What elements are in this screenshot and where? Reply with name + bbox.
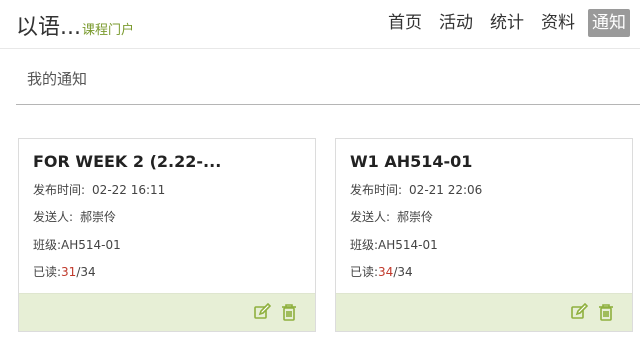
header-divider [0, 48, 640, 49]
notice-card[interactable]: W1 AH514-01 发布时间: 02-21 22:06 发送人: 郝崇伶 班级:… [335, 138, 633, 332]
notice-read-label: 已读: [33, 265, 62, 279]
notice-time-label: 发布时间: [350, 183, 403, 197]
notice-sender-row: 发送人: 郝崇伶 [350, 208, 433, 225]
app-header: 以语... 课程门户 首页 活动 统计 资料 通知 [0, 0, 640, 48]
nav-item-home[interactable]: 首页 [384, 9, 426, 37]
notice-class-row: 班级:AH514-01 [33, 236, 121, 253]
notice-card-footer [19, 293, 315, 331]
nav-item-notifications[interactable]: 通知 [588, 9, 630, 37]
page-title: 我的通知 [27, 70, 88, 88]
notice-time-label: 发布时间: [33, 183, 86, 197]
notice-sender-row: 发送人: 郝崇伶 [33, 208, 116, 225]
notice-read-count: 31 [61, 265, 77, 279]
notice-read-total: /34 [393, 265, 413, 279]
notice-time: 02-22 16:11 [92, 183, 166, 197]
notice-time: 02-21 22:06 [409, 183, 483, 197]
logo-title: 以语... [16, 15, 81, 40]
notice-class-label: 班级: [33, 238, 62, 252]
notice-class-label: 班级: [350, 238, 379, 252]
notice-title[interactable]: W1 AH514-01 [350, 152, 472, 171]
nav-item-activities[interactable]: 活动 [435, 9, 477, 37]
notice-card-footer [336, 293, 632, 331]
logo-subtitle: 课程门户 [81, 23, 134, 38]
notice-sender: 郝崇伶 [80, 210, 117, 224]
notice-time-row: 发布时间: 02-21 22:06 [350, 181, 482, 198]
notice-title[interactable]: FOR WEEK 2 (2.22-... [33, 152, 221, 171]
title-divider [16, 104, 640, 105]
notice-read-count: 34 [378, 265, 394, 279]
notice-read-label: 已读: [350, 265, 379, 279]
logo[interactable]: 以语... 课程门户 [16, 9, 134, 41]
notice-class-row: 班级:AH514-01 [350, 236, 438, 253]
notice-read-row: 已读:34/34 [350, 263, 413, 280]
nav-item-materials[interactable]: 资料 [537, 9, 579, 37]
notice-card[interactable]: FOR WEEK 2 (2.22-... 发布时间: 02-22 16:11 发送… [18, 138, 316, 332]
edit-icon[interactable] [570, 303, 588, 321]
nav-item-stats[interactable]: 统计 [486, 9, 528, 37]
notice-sender: 郝崇伶 [397, 210, 434, 224]
notice-read-total: /34 [76, 265, 96, 279]
trash-icon[interactable] [280, 303, 298, 321]
notice-class: AH514-01 [378, 238, 438, 252]
trash-icon[interactable] [597, 303, 615, 321]
notice-sender-label: 发送人: [33, 210, 74, 224]
notice-sender-label: 发送人: [350, 210, 391, 224]
edit-icon[interactable] [253, 303, 271, 321]
main-nav: 首页 活动 统计 资料 通知 [375, 9, 630, 37]
notice-class: AH514-01 [61, 238, 121, 252]
notice-time-row: 发布时间: 02-22 16:11 [33, 181, 165, 198]
notice-read-row: 已读:31/34 [33, 263, 96, 280]
